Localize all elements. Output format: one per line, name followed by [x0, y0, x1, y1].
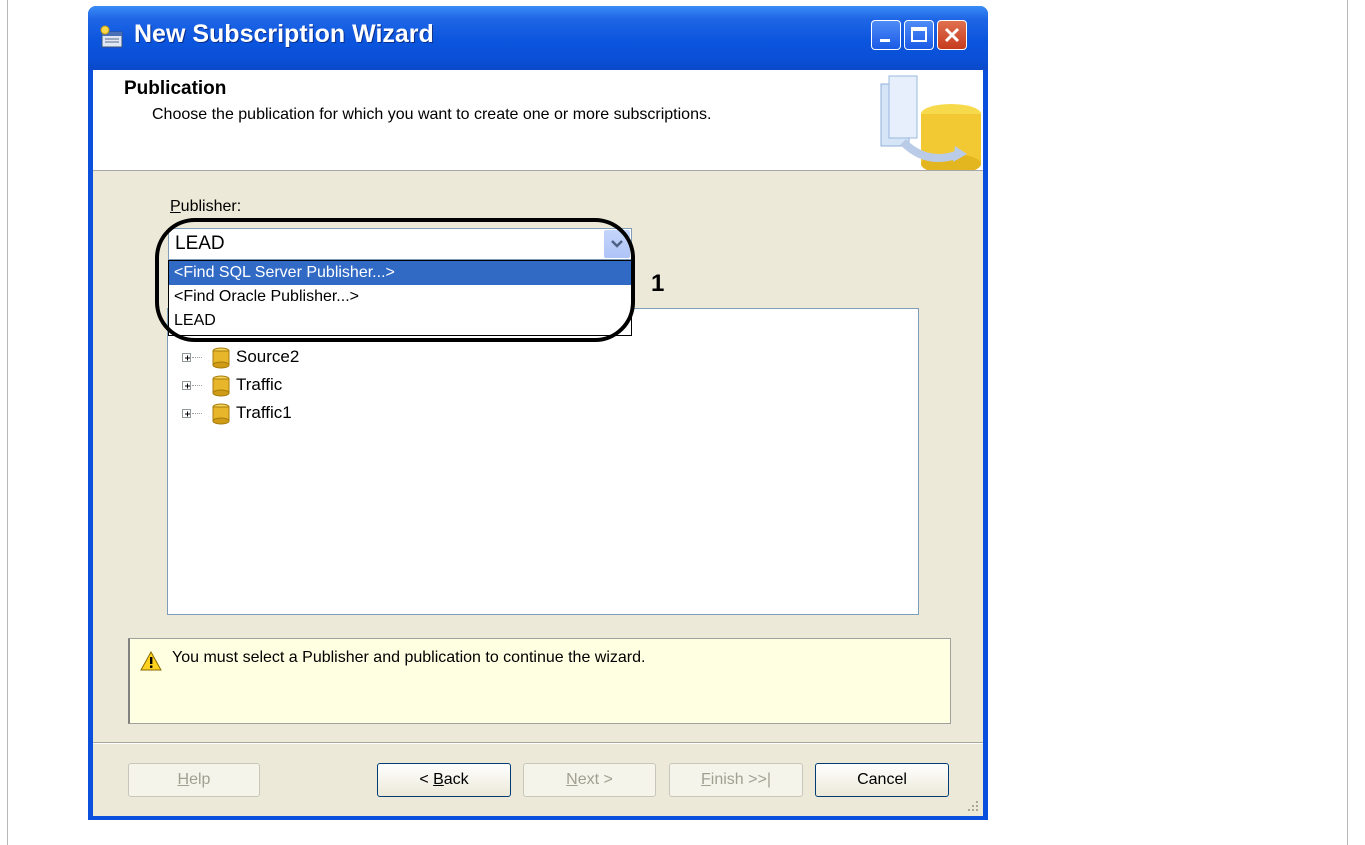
expand-icon[interactable] — [182, 381, 191, 390]
chevron-down-icon — [611, 240, 623, 248]
window-title: New Subscription Wizard — [134, 20, 434, 48]
expand-icon[interactable] — [182, 409, 191, 418]
footer-separator — [93, 742, 983, 744]
back-button[interactable]: < Back — [377, 763, 511, 797]
page-title: Publication — [124, 78, 227, 99]
page-border-right — [1347, 0, 1348, 845]
wizard-body: Publication Choose the publication for w… — [93, 70, 983, 816]
tree-item-label: Traffic1 — [236, 403, 292, 422]
page-description: Choose the publication for which you wan… — [152, 106, 712, 123]
tree-connector — [192, 357, 202, 358]
back-button-prefix: < — [419, 771, 434, 788]
publication-tree[interactable]: Source2 Traffic Traffic1 — [167, 308, 919, 615]
dropdown-button[interactable] — [604, 230, 630, 258]
wizard-window: New Subscription Wizard Publication Choo… — [88, 6, 988, 820]
minimize-button[interactable] — [871, 20, 901, 50]
title-bar[interactable]: New Subscription Wizard — [88, 6, 988, 70]
database-icon — [212, 403, 230, 425]
publisher-selected-value: LEAD — [175, 233, 225, 254]
maximize-button[interactable] — [904, 20, 934, 50]
finish-accelerator: F — [701, 771, 711, 788]
validation-message-text: You must select a Publisher and publicat… — [172, 649, 646, 666]
next-button[interactable]: Next > — [523, 763, 656, 797]
publisher-combobox[interactable]: LEAD — [168, 228, 632, 260]
help-button-label: elp — [189, 771, 211, 788]
minimize-icon — [880, 39, 890, 42]
resize-grip-icon[interactable] — [965, 798, 979, 812]
expand-icon[interactable] — [182, 353, 191, 362]
help-accelerator: H — [177, 771, 190, 788]
dropdown-option-lead[interactable]: LEAD — [169, 309, 631, 333]
annotation-number: 1 — [651, 270, 665, 297]
back-button-label: ack — [443, 771, 469, 788]
dropdown-option-find-sql-server[interactable]: <Find SQL Server Publisher...> — [169, 261, 631, 285]
tree-item-label: Traffic — [236, 375, 283, 394]
close-button[interactable] — [937, 20, 967, 50]
publication-graphic-icon — [880, 75, 981, 170]
database-icon — [212, 375, 230, 397]
publisher-label-text: ublisher: — [180, 198, 242, 215]
back-accelerator: B — [433, 771, 444, 788]
cancel-button[interactable]: Cancel — [815, 763, 949, 797]
publisher-label: Publisher: — [170, 198, 241, 216]
publisher-dropdown-list[interactable]: <Find SQL Server Publisher...> <Find Ora… — [168, 260, 632, 336]
dropdown-option-find-oracle[interactable]: <Find Oracle Publisher...> — [169, 285, 631, 309]
tree-connector — [192, 385, 202, 386]
maximize-icon — [911, 27, 927, 42]
warning-icon — [140, 651, 162, 671]
page-border-left — [7, 0, 8, 845]
next-accelerator: N — [566, 771, 578, 788]
publisher-label-accelerator: P — [170, 198, 181, 215]
finish-button[interactable]: Finish >>| — [669, 763, 803, 797]
tree-connector — [192, 413, 202, 414]
close-icon — [944, 27, 960, 43]
wizard-app-icon — [100, 25, 123, 48]
tree-item-label: Source2 — [236, 347, 300, 366]
next-button-label: ext > — [577, 771, 613, 788]
wizard-header: Publication Choose the publication for w… — [93, 70, 983, 171]
database-icon — [212, 347, 230, 369]
finish-button-label: inish >>| — [710, 771, 771, 788]
help-button[interactable]: Help — [128, 763, 260, 797]
validation-message-panel: You must select a Publisher and publicat… — [128, 638, 951, 724]
